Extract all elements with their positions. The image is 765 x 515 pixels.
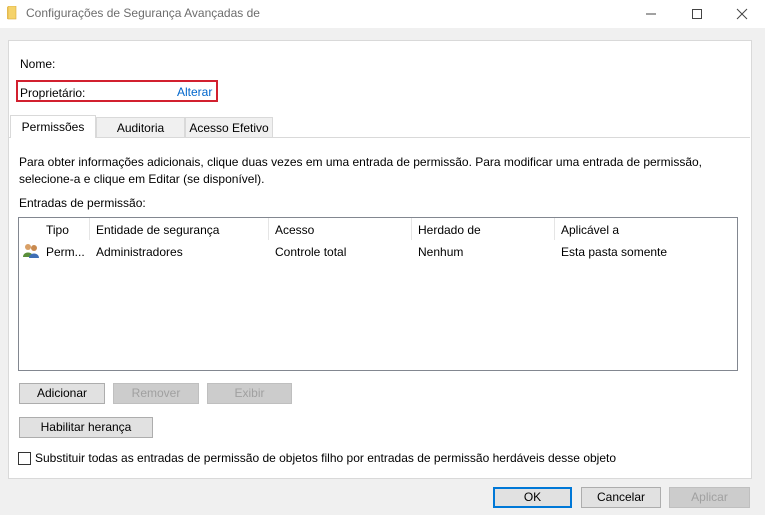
tab-auditing[interactable]: Auditoria	[96, 117, 185, 137]
ok-button[interactable]: OK	[493, 487, 572, 508]
cell-access: Controle total	[275, 245, 347, 259]
minimize-button[interactable]	[628, 0, 674, 28]
owner-label: Proprietário:	[20, 86, 86, 100]
column-header-applies-to[interactable]: Aplicável a	[561, 223, 619, 237]
close-button[interactable]	[719, 0, 765, 28]
column-separator[interactable]	[411, 218, 412, 240]
tab-effective-access[interactable]: Acesso Efetivo	[185, 117, 273, 137]
enable-inheritance-button[interactable]: Habilitar herança	[19, 417, 153, 438]
window-title: Configurações de Segurança Avançadas de	[26, 6, 260, 20]
close-icon	[736, 8, 748, 20]
name-label: Nome:	[20, 57, 56, 71]
maximize-button[interactable]	[674, 0, 720, 28]
minimize-icon	[646, 13, 656, 15]
replace-child-permissions-checkbox[interactable]	[18, 452, 31, 465]
column-header-inherited-from[interactable]: Herdado de	[418, 223, 481, 237]
column-header-principal[interactable]: Entidade de segurança	[96, 223, 219, 237]
column-separator[interactable]	[89, 218, 90, 240]
cancel-button[interactable]: Cancelar	[581, 487, 661, 508]
change-owner-link[interactable]: Alterar	[177, 85, 212, 99]
remove-button[interactable]: Remover	[113, 383, 199, 404]
add-button[interactable]: Adicionar	[19, 383, 105, 404]
users-icon	[23, 244, 39, 258]
folder-icon	[7, 6, 17, 20]
replace-child-permissions-label[interactable]: Substituir todas as entradas de permissã…	[35, 451, 616, 465]
maximize-icon	[692, 9, 702, 19]
view-button[interactable]: Exibir	[207, 383, 292, 404]
cell-inherited-from: Nenhum	[418, 245, 464, 259]
column-header-type[interactable]: Tipo	[46, 223, 69, 237]
title-bar: Configurações de Segurança Avançadas de	[0, 0, 765, 28]
cell-applies-to: Esta pasta somente	[561, 245, 668, 259]
column-separator[interactable]	[268, 218, 269, 240]
column-separator[interactable]	[554, 218, 555, 240]
column-header-access[interactable]: Acesso	[275, 223, 314, 237]
cell-type: Perm...	[46, 245, 85, 259]
entries-label: Entradas de permissão:	[19, 196, 146, 210]
permissions-description: Para obter informações adicionais, cliqu…	[19, 155, 703, 186]
apply-button[interactable]: Aplicar	[669, 487, 750, 508]
permission-entries-list[interactable]: Tipo Entidade de segurança Acesso Herdad…	[18, 217, 738, 371]
tab-permissions[interactable]: Permissões	[10, 115, 96, 138]
cell-principal: Administradores	[96, 245, 183, 259]
